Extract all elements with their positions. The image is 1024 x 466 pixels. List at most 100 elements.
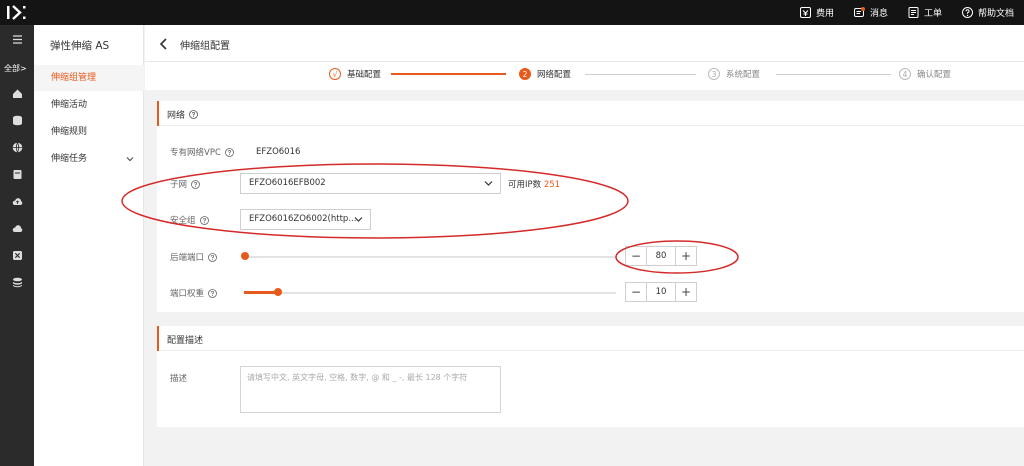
step-connector-2 bbox=[585, 74, 696, 75]
description-card-header: 配置描述 bbox=[157, 326, 1024, 351]
rail-item-storage[interactable] bbox=[0, 164, 34, 184]
sidebar-item-label: 伸缩活动 bbox=[51, 100, 88, 110]
rail-item-cache[interactable] bbox=[0, 272, 34, 292]
description-card: 配置描述 描述 请填写中文, 英文字母, 空格, 数字, @ 和 _ -, 最长… bbox=[157, 326, 1024, 427]
step-connector-1 bbox=[391, 73, 506, 75]
step-label: 确认配置 bbox=[917, 70, 952, 80]
subnet-select[interactable]: EFZO6016EFB002 bbox=[240, 173, 501, 194]
port-weight-input[interactable]: 10 bbox=[646, 283, 676, 301]
description-textarea[interactable]: 请填写中文, 英文字母, 空格, 数字, @ 和 _ -, 最长 128 个字符 bbox=[240, 366, 501, 413]
step-label: 系统配置 bbox=[726, 70, 761, 80]
step-connector-3 bbox=[776, 74, 891, 75]
ticket-icon bbox=[908, 7, 919, 18]
back-arrow-icon[interactable] bbox=[159, 38, 169, 50]
security-group-label: 安全组 bbox=[170, 214, 209, 226]
security-group-select-value: EFZO6016ZO6002(http... bbox=[249, 214, 357, 224]
topbar-ticket[interactable]: 工单 bbox=[908, 6, 942, 19]
ip-count-label: 可用IP数 bbox=[508, 180, 542, 190]
help-icon[interactable] bbox=[208, 288, 217, 298]
sidebar-item-scaling-task[interactable]: 伸缩任务 bbox=[34, 146, 144, 172]
network-section-title: 网络 bbox=[167, 108, 198, 121]
sidebar-item-scaling-activity[interactable]: 伸缩活动 bbox=[34, 92, 144, 118]
sidebar-item-scaling-group[interactable]: 伸缩组管理 bbox=[34, 65, 144, 91]
menu-icon bbox=[12, 34, 22, 44]
service-title: 弹性伸缩 AS bbox=[50, 40, 110, 52]
backend-port-stepper: − 80 + bbox=[625, 246, 697, 266]
rail-all-products[interactable]: 全部> bbox=[4, 63, 27, 74]
step-number: √ bbox=[329, 68, 341, 80]
backend-port-input[interactable]: 80 bbox=[646, 247, 676, 265]
product-rail: 全部> bbox=[0, 25, 34, 466]
subnet-label: 子网 bbox=[170, 178, 200, 190]
section-accent-bar bbox=[157, 101, 159, 126]
security-group-select[interactable]: EFZO6016ZO6002(http... bbox=[240, 209, 371, 230]
topbar-help-doc[interactable]: 帮助文档 bbox=[961, 6, 1014, 19]
section-title-text: 配置描述 bbox=[167, 336, 204, 346]
page-title: 伸缩组配置 bbox=[180, 41, 230, 52]
help-icon[interactable] bbox=[208, 252, 217, 262]
step-basic-config[interactable]: √ 基础配置 bbox=[329, 68, 381, 80]
backend-port-decrement-button[interactable]: − bbox=[626, 247, 646, 265]
step-system-config[interactable]: 3 系统配置 bbox=[708, 68, 760, 80]
backend-port-label-text: 后端端口 bbox=[170, 253, 205, 263]
step-label: 基础配置 bbox=[347, 70, 382, 80]
backend-port-increment-button[interactable]: + bbox=[676, 247, 696, 265]
vpc-value: EFZO6016 bbox=[256, 147, 301, 157]
chevron-down-icon bbox=[354, 217, 363, 222]
description-section-title: 配置描述 bbox=[167, 333, 203, 346]
wizard-steps: √ 基础配置 2 网络配置 3 系统配置 4 确认配置 bbox=[145, 62, 1024, 90]
backend-port-label: 后端端口 bbox=[170, 251, 217, 263]
rail-item-network[interactable] bbox=[0, 137, 34, 157]
close-box-icon bbox=[12, 250, 22, 260]
rail-menu[interactable] bbox=[0, 29, 34, 49]
topbar-message[interactable]: 消息 bbox=[853, 6, 888, 19]
brand-logo-icon[interactable] bbox=[6, 4, 32, 21]
subnet-select-value: EFZO6016EFB002 bbox=[249, 178, 326, 188]
port-weight-decrement-button[interactable]: − bbox=[626, 283, 646, 301]
port-weight-label-text: 端口权重 bbox=[170, 289, 205, 299]
port-weight-slider-handle[interactable] bbox=[274, 288, 282, 296]
stack-icon bbox=[12, 277, 22, 287]
help-icon[interactable] bbox=[189, 110, 198, 119]
vpc-label: 专有网络VPC bbox=[170, 146, 234, 158]
sidebar-item-label: 伸缩任务 bbox=[51, 154, 88, 164]
port-weight-slider-track[interactable] bbox=[244, 292, 616, 294]
rail-item-security[interactable] bbox=[0, 245, 34, 265]
help-icon[interactable] bbox=[191, 179, 200, 189]
description-label-text: 描述 bbox=[170, 374, 188, 384]
topbar-ticket-label: 工单 bbox=[923, 9, 942, 19]
step-confirm-config[interactable]: 4 确认配置 bbox=[899, 68, 951, 80]
backend-port-slider-handle[interactable] bbox=[241, 252, 249, 260]
ip-count-value: 251 bbox=[543, 180, 561, 190]
sidebar-item-label: 伸缩组管理 bbox=[51, 73, 97, 83]
step-label: 网络配置 bbox=[537, 70, 572, 80]
chevron-down-icon bbox=[126, 157, 134, 162]
cloud-icon bbox=[12, 224, 22, 232]
page-header: 伸缩组配置 bbox=[145, 25, 1024, 62]
help-icon[interactable] bbox=[224, 147, 234, 157]
step-network-config[interactable]: 2 网络配置 bbox=[519, 68, 571, 80]
rail-item-database[interactable] bbox=[0, 110, 34, 130]
globe-icon bbox=[12, 142, 22, 153]
rail-item-cloud[interactable] bbox=[0, 218, 34, 238]
topbar-cost[interactable]: 费用 bbox=[799, 6, 834, 19]
network-card-header: 网络 bbox=[157, 101, 1024, 126]
help-doc-icon bbox=[961, 7, 973, 18]
help-icon[interactable] bbox=[199, 215, 209, 225]
step-number: 2 bbox=[519, 68, 531, 80]
topbar-message-label: 消息 bbox=[869, 9, 888, 19]
available-ip-count: 可用IP数 251 bbox=[508, 178, 560, 190]
description-label: 描述 bbox=[170, 372, 187, 384]
sidebar-item-scaling-rule[interactable]: 伸缩规则 bbox=[34, 119, 144, 145]
port-weight-slider-fill bbox=[244, 291, 277, 294]
message-icon bbox=[853, 7, 865, 17]
rail-item-home[interactable] bbox=[0, 83, 34, 103]
cloud-host-icon bbox=[12, 89, 22, 98]
backend-port-slider-track[interactable] bbox=[244, 256, 616, 258]
rail-item-cloud-backup[interactable] bbox=[0, 191, 34, 211]
section-title-text: 网络 bbox=[167, 111, 186, 121]
port-weight-increment-button[interactable]: + bbox=[676, 283, 696, 301]
port-weight-stepper: − 10 + bbox=[625, 282, 697, 302]
vpc-label-text: 专有网络VPC bbox=[170, 148, 221, 158]
database-icon bbox=[12, 115, 22, 125]
